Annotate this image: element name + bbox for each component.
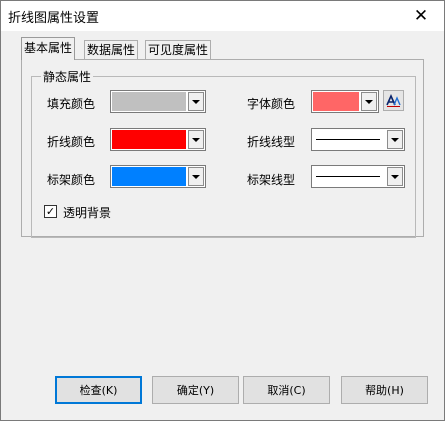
frame-style-sample — [316, 176, 380, 177]
chevron-down-icon[interactable] — [387, 130, 403, 149]
cancel-button[interactable]: 取消(C) — [243, 376, 330, 404]
group-title: 静态属性 — [41, 68, 94, 85]
chevron-down-icon[interactable] — [387, 167, 403, 186]
check-button[interactable]: 检查(K) — [55, 376, 142, 404]
tab-data[interactable]: 数据属性 — [84, 40, 139, 59]
line-style-dropdown[interactable] — [311, 128, 405, 151]
frame-style-label: 标架线型 — [247, 173, 296, 187]
tab-basic[interactable]: 基本属性 — [21, 37, 76, 60]
line-color-dropdown[interactable] — [110, 128, 206, 151]
title-bar: 折线图属性设置 ✕ — [1, 1, 444, 31]
ok-button-label: 确定(Y) — [176, 384, 215, 397]
font-color-label: 字体颜色 — [247, 97, 296, 111]
window-title: 折线图属性设置 — [8, 11, 100, 26]
fill-color-label: 填充颜色 — [47, 97, 96, 111]
frame-color-swatch — [112, 167, 186, 186]
chevron-down-icon[interactable] — [188, 130, 204, 149]
check-button-label: 检查(K) — [79, 384, 118, 397]
line-color-swatch — [112, 130, 186, 149]
frame-style-dropdown[interactable] — [311, 165, 405, 188]
chevron-down-icon[interactable] — [188, 167, 204, 186]
line-style-label: 折线线型 — [247, 135, 296, 149]
chevron-down-icon[interactable] — [188, 92, 204, 111]
fill-color-swatch — [112, 92, 186, 111]
help-button-label: 帮助(H) — [365, 384, 404, 397]
frame-color-dropdown[interactable] — [110, 165, 206, 188]
tab-data-label: 数据属性 — [87, 43, 136, 57]
tab-visibility[interactable]: 可见度属性 — [145, 40, 212, 59]
font-color-swatch — [313, 92, 359, 111]
font-picker-button[interactable] — [383, 90, 404, 111]
line-color-label: 折线颜色 — [47, 135, 96, 149]
fill-color-dropdown[interactable] — [110, 90, 206, 113]
cancel-button-label: 取消(C) — [267, 384, 306, 397]
tab-basic-label: 基本属性 — [24, 41, 73, 55]
tab-visibility-label: 可见度属性 — [148, 43, 209, 57]
line-style-sample — [316, 139, 380, 140]
frame-color-label: 标架颜色 — [47, 173, 96, 187]
font-icon — [386, 94, 401, 107]
chevron-down-icon[interactable] — [361, 92, 377, 111]
close-button[interactable]: ✕ — [398, 1, 444, 31]
help-button[interactable]: 帮助(H) — [341, 376, 428, 404]
transparent-background-checkbox[interactable]: ✓ — [44, 205, 57, 218]
transparent-background-label: 透明背景 — [63, 206, 112, 220]
checkmark-icon: ✓ — [45, 205, 56, 218]
ok-button[interactable]: 确定(Y) — [152, 376, 239, 404]
close-icon: ✕ — [413, 6, 429, 26]
dialog-window: 折线图属性设置 ✕ 基本属性 数据属性 可见度属性 静态属性 填充颜色 折线颜色… — [0, 0, 445, 421]
font-color-dropdown[interactable] — [311, 90, 379, 113]
